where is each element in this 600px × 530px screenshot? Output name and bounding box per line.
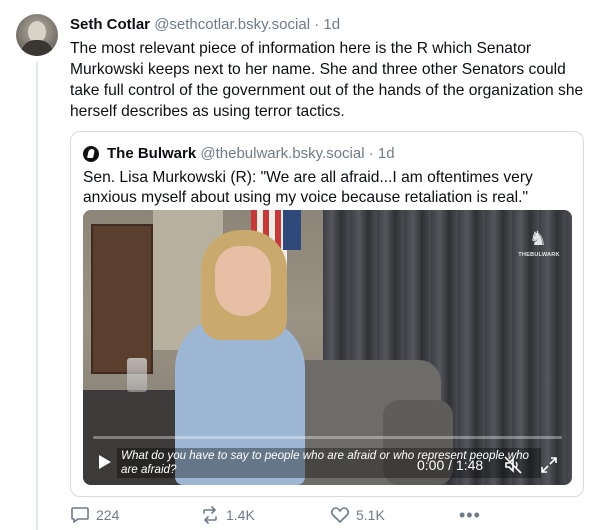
quote-author-name[interactable]: The Bulwark <box>107 145 196 162</box>
quote-meta: The Bulwark @thebulwark.bsky.social · 1d <box>83 145 395 162</box>
author-name[interactable]: Seth Cotlar <box>70 16 150 33</box>
like-count: 5.1K <box>356 507 385 523</box>
repost-count: 1.4K <box>226 507 255 523</box>
post-content: Seth Cotlar @sethcotlar.bsky.social · 1d… <box>70 14 585 122</box>
post-time[interactable]: 1d <box>323 16 340 33</box>
bulwark-logo-icon: ♞ <box>529 228 547 250</box>
post-actions: 224 1.4K 5.1K ••• <box>70 504 585 528</box>
more-icon: ••• <box>459 504 481 525</box>
quote-time[interactable]: 1d <box>378 145 395 162</box>
quote-avatar <box>83 145 99 162</box>
avatar-body <box>21 40 53 56</box>
quote-meta-separator: · <box>368 145 374 162</box>
video-flag-canton <box>283 210 301 250</box>
video-water-glass <box>127 358 147 392</box>
post[interactable]: Seth Cotlar @sethcotlar.bsky.social · 1d… <box>0 0 600 530</box>
video-progress-bar[interactable] <box>93 436 562 439</box>
fullscreen-icon[interactable] <box>539 455 559 475</box>
mute-icon[interactable] <box>503 455 523 475</box>
play-icon[interactable] <box>95 453 117 475</box>
video-wood-panel <box>91 224 153 374</box>
repost-button[interactable]: 1.4K <box>200 504 255 526</box>
post-text: The most relevant piece of information h… <box>70 40 584 120</box>
meta-separator: · <box>314 16 320 33</box>
reply-count: 224 <box>96 507 120 523</box>
quote-post[interactable]: The Bulwark @thebulwark.bsky.social · 1d… <box>70 131 584 497</box>
reply-button[interactable]: 224 <box>70 504 119 526</box>
post-meta: Seth Cotlar @sethcotlar.bsky.social · 1d <box>70 14 585 36</box>
repost-icon <box>203 506 217 524</box>
heart-icon <box>330 507 350 523</box>
author-handle[interactable]: @sethcotlar.bsky.social <box>154 16 310 33</box>
avatar[interactable] <box>16 14 58 56</box>
video-player[interactable]: ♞ THEBULWARK What do you have to say to … <box>83 210 572 485</box>
like-button[interactable]: 5.1K <box>330 504 385 526</box>
video-logo-text: THEBULWARK <box>518 252 560 258</box>
more-options-button[interactable]: ••• <box>459 504 481 526</box>
video-timecode: 0:00 / 1:48 <box>417 457 484 473</box>
reply-icon <box>71 507 89 523</box>
quote-text: Sen. Lisa Murkowski (R): "We are all afr… <box>83 169 533 206</box>
quote-author-handle[interactable]: @thebulwark.bsky.social <box>200 145 364 162</box>
video-speaker-face <box>215 246 271 316</box>
